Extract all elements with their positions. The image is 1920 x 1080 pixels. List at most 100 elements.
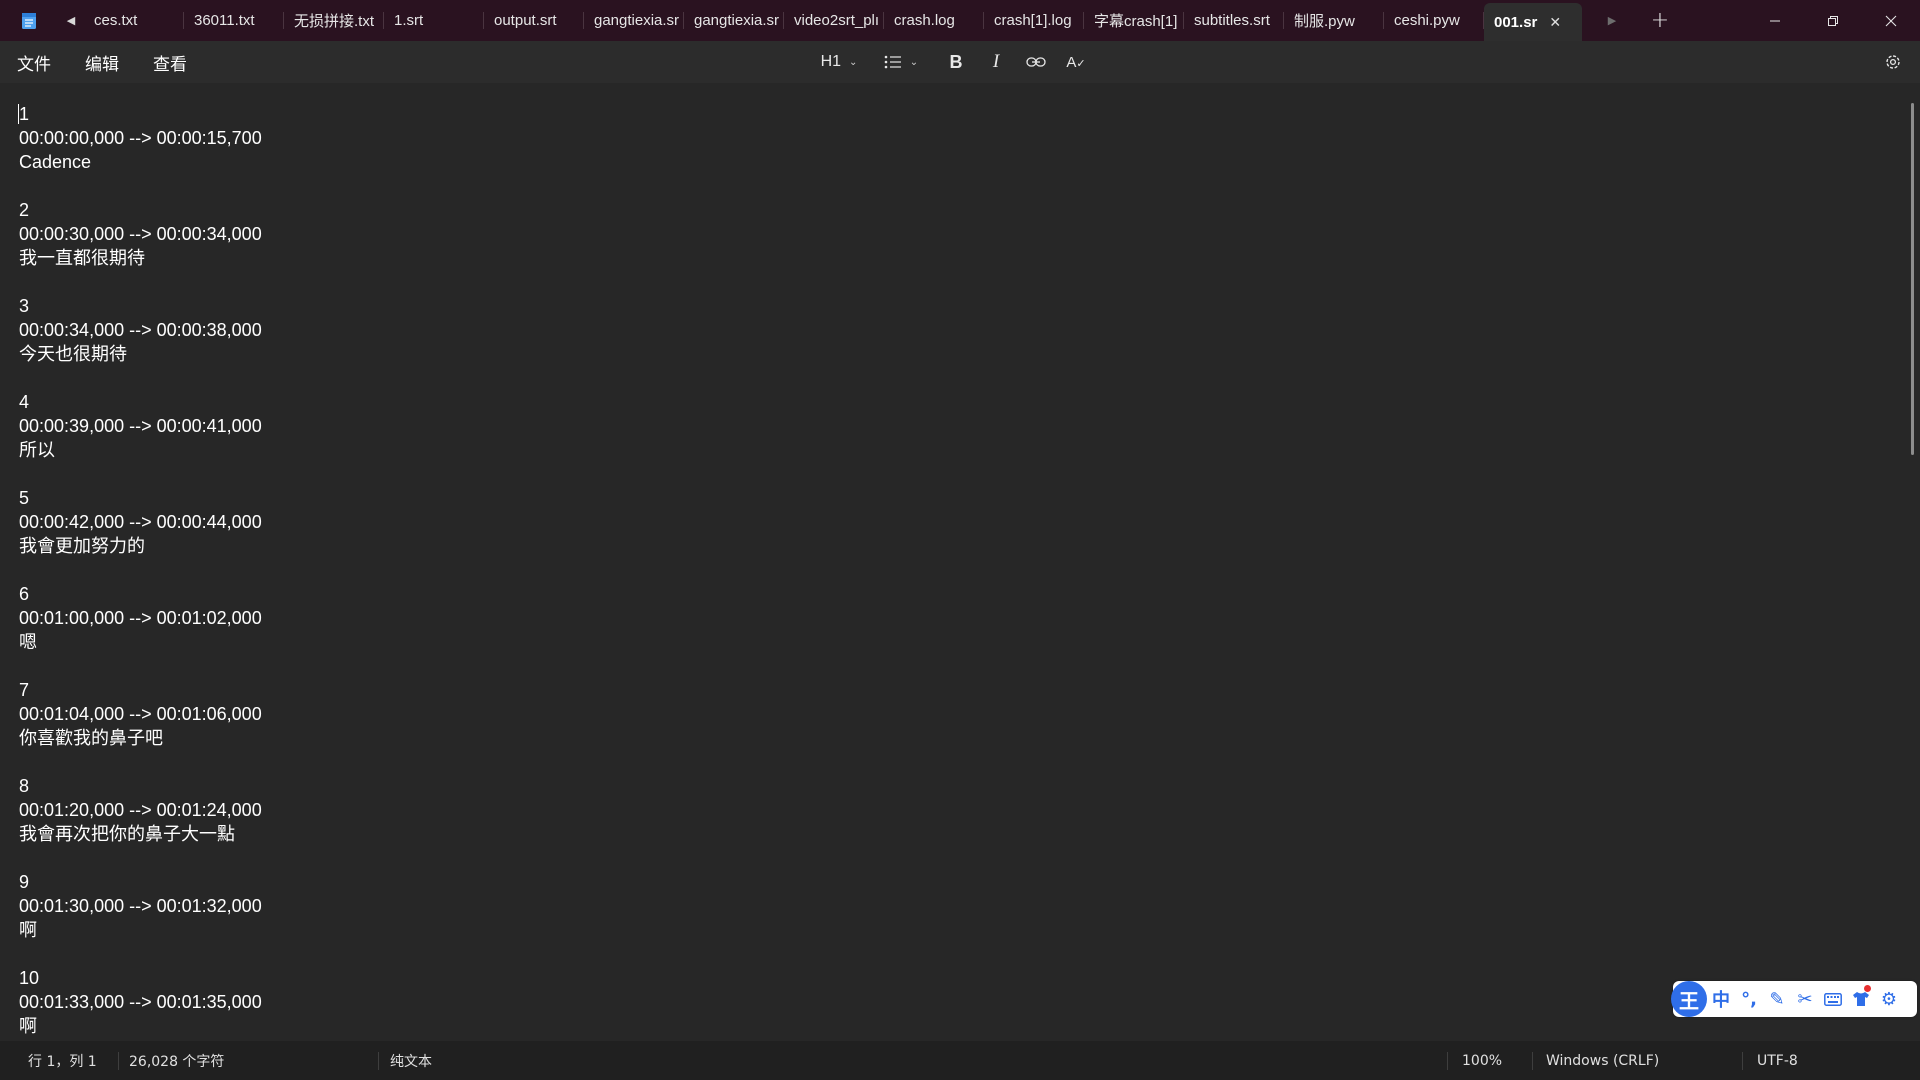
editor-content[interactable]: 1 00:00:00,000 --> 00:00:15,700 Cadence … [19,102,262,1038]
subtitle-entry: 7 00:01:04,000 --> 00:01:06,000 你喜歡我的鼻子吧 [19,678,262,774]
menu-file[interactable]: 文件 [0,41,68,83]
tab-lossless-concat-txt[interactable]: 无损拼接.txt [284,0,384,41]
entry-time: 00:00:42,000 --> 00:00:44,000 [19,512,262,532]
tab-subtitle-crash1[interactable]: 字幕crash[1] [1084,0,1184,41]
link-button[interactable] [1016,41,1056,83]
tab-001-sr[interactable]: 001.sr ✕ [1484,3,1582,41]
notepad-app-icon [0,0,58,41]
tab-video2srt[interactable]: video2srt_plı [784,0,884,41]
status-divider [378,1052,379,1070]
tab-label: gangtiexia.sr [694,12,780,29]
tshirt-icon [1853,992,1869,1006]
entry-time: 00:00:39,000 --> 00:00:41,000 [19,416,262,436]
entry-index: 8 [19,776,30,796]
minimize-button[interactable] [1746,0,1804,41]
gear-icon [1886,55,1900,69]
tab-strip: ces.txt 36011.txt 无损拼接.txt 1.srt output.… [84,0,1582,41]
tab-label: ceshi.pyw [1394,12,1460,29]
chevron-down-icon: ⌄ [909,56,919,68]
ime-logo-icon[interactable]: 王 [1671,981,1707,1017]
tab-zhifu-pyw[interactable]: 制服.pyw [1284,0,1384,41]
settings-button[interactable] [1880,41,1906,83]
cursor-position[interactable]: 行 1，列 1 [28,1041,97,1080]
tab-36011-txt[interactable]: 36011.txt [184,0,284,41]
entry-index: 6 [19,584,30,604]
tab-1-srt[interactable]: 1.srt [384,0,484,41]
tab-label: 无损拼接.txt [294,13,375,30]
tab-gangtiexia-2[interactable]: gangtiexia.sr [684,0,784,41]
close-tab-icon[interactable]: ✕ [1549,14,1561,31]
entry-time: 00:01:30,000 --> 00:01:32,000 [19,896,262,916]
tab-scroll-left-button[interactable]: ◀ [58,0,84,41]
subtitle-entry: 4 00:00:39,000 --> 00:00:41,000 所以 [19,390,262,486]
menu-edit[interactable]: 编辑 [68,41,136,83]
ime-settings-button[interactable]: ⚙ [1875,981,1903,1017]
tab-subtitles-srt[interactable]: subtitles.srt [1184,0,1284,41]
ime-mode-toggle[interactable]: 中 [1707,981,1735,1017]
entry-text: 我會更加努力的 [19,536,145,556]
ime-screenshot-button[interactable]: ✂ [1791,981,1819,1017]
italic-button[interactable]: I [976,41,1016,83]
entry-time: 00:01:00,000 --> 00:01:02,000 [19,608,262,628]
restore-button[interactable] [1804,0,1862,41]
close-icon [1885,15,1897,26]
status-divider [1742,1052,1743,1070]
subtitle-entry: 5 00:00:42,000 --> 00:00:44,000 我會更加努力的 [19,486,262,582]
list-dropdown[interactable]: ⌄ [866,41,936,83]
gear-icon: ⚙ [1880,988,1898,1010]
tab-label: crash[1].log [994,12,1072,29]
menu-view[interactable]: 查看 [136,41,204,83]
tab-gangtiexia-1[interactable]: gangtiexia.sr [584,0,684,41]
zoom-level[interactable]: 100% [1462,1041,1502,1080]
entry-time: 00:01:33,000 --> 00:01:35,000 [19,992,262,1012]
tab-output-srt[interactable]: output.srt [484,0,584,41]
entry-time: 00:00:00,000 --> 00:00:15,700 [19,128,262,148]
plus-icon: + [1650,8,1670,33]
ime-handwriting-button[interactable]: ✎ [1763,981,1791,1017]
tab-scroll-right-button[interactable]: ▶ [1582,0,1642,41]
entry-text: 嗯 [19,632,37,652]
entry-text: 你喜歡我的鼻子吧 [19,728,163,748]
tab-crash-log[interactable]: crash.log [884,0,984,41]
ime-punctuation-toggle[interactable]: °, [1735,981,1763,1017]
entry-text: 啊 [19,1016,37,1036]
new-tab-button[interactable]: + [1642,0,1678,41]
tab-crash1-log[interactable]: crash[1].log [984,0,1084,41]
tab-label: gangtiexia.sr [594,12,680,29]
subtitle-entry: 1 00:00:00,000 --> 00:00:15,700 Cadence [19,102,262,198]
spellcheck-button[interactable]: A✓ [1056,41,1096,83]
file-encoding[interactable]: UTF-8 [1757,1041,1798,1080]
ime-toolbar: 王 中 °, ✎ ✂ ⚙ [1671,981,1917,1017]
entry-index: 9 [19,872,30,892]
window-controls [1746,0,1920,41]
vertical-scrollbar[interactable] [1911,103,1914,455]
bold-button[interactable]: B [936,41,976,83]
status-divider [1447,1052,1448,1070]
entry-text: 我一直都很期待 [19,248,145,268]
entry-time: 00:01:20,000 --> 00:01:24,000 [19,800,262,820]
tab-ceshi-pyw[interactable]: ceshi.pyw [1384,0,1484,41]
chevron-down-icon: ⌄ [849,56,858,68]
ime-keyboard-button[interactable] [1819,981,1847,1017]
ime-skin-button[interactable] [1847,981,1875,1017]
tab-label: crash.log [894,12,955,29]
close-window-button[interactable] [1862,0,1920,41]
subtitle-entry: 6 00:01:00,000 --> 00:01:02,000 嗯 [19,582,262,678]
entry-text: 今天也很期待 [19,344,127,364]
entry-text: 我會再次把你的鼻子大一點 [19,824,235,844]
tab-ces-txt[interactable]: ces.txt [84,0,184,41]
tab-label: 制服.pyw [1294,13,1355,30]
text-editor[interactable]: 1 00:00:00,000 --> 00:00:15,700 Cadence … [0,83,1920,1041]
file-format[interactable]: 纯文本 [390,1041,432,1080]
tab-label: 36011.txt [194,12,255,29]
keyboard-icon [1824,992,1842,1006]
line-ending[interactable]: Windows (CRLF) [1546,1041,1659,1080]
caret-right-icon: ▶ [1607,14,1617,27]
heading-dropdown[interactable]: H1 ⌄ [812,41,866,83]
